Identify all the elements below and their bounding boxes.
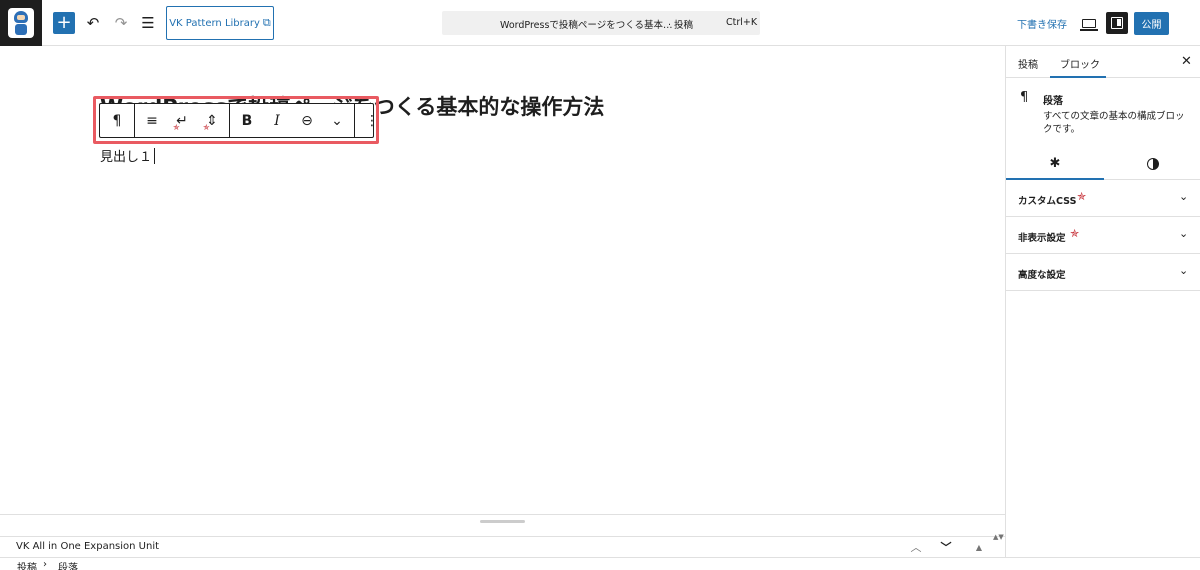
block-options-icon[interactable]: ⋮ [359, 108, 385, 134]
breadcrumb-item-paragraph[interactable]: 段落 [58, 559, 78, 570]
block-description: すべての文章の基本の構成ブロックです。 [1043, 111, 1185, 135]
paragraph-content: 見出し１ [100, 150, 153, 165]
paragraph-block[interactable]: 見出し１ [100, 146, 156, 165]
metabox-divider [0, 514, 1005, 515]
ninja-logo-icon [8, 8, 34, 38]
document-type: · 投稿 [668, 20, 694, 31]
settings-sidebar: 投稿 ブロック ✕ ¶ 段落 すべての文章の基本の構成ブロックです。 ✱ カスタ… [1005, 46, 1200, 557]
external-link-icon: ⧉ [262, 16, 271, 29]
close-icon[interactable]: ✕ [1181, 54, 1192, 69]
panel-hidden-settings[interactable]: 非表示設定 ✯ ⌄ [1006, 217, 1200, 254]
block-toolbar: ¶ ≡ ↵ ✯ ⇕ ✯ B I ⊖ ⌄ ⋮ [99, 103, 379, 138]
document-overview-icon[interactable]: ☰ [139, 12, 157, 34]
spacing-icon[interactable]: ⇕ ✯ [199, 108, 225, 134]
vk-badge-icon: ✯ [1070, 227, 1080, 240]
document-title: WordPressで投稿ページをつくる基本… [500, 20, 673, 31]
more-formats-chevron-icon[interactable]: ⌄ [324, 108, 350, 134]
vk-badge-icon: ✯ [173, 122, 180, 132]
chevron-down-icon: ⌄ [1179, 227, 1189, 240]
metabox-title[interactable]: VK All in One Expansion Unit [16, 541, 159, 552]
panel-custom-css[interactable]: カスタムCSS ✯ ⌄ [1006, 180, 1200, 217]
breadcrumb-separator: › [43, 559, 47, 570]
vk-pattern-library-button[interactable]: VK Pattern Library ⧉ [166, 6, 274, 40]
tab-post[interactable]: 投稿 [1018, 56, 1038, 71]
editor-header: + ↶ ↷ ☰ VK Pattern Library ⧉ WordPressで投… [0, 0, 1200, 46]
vk-badge-icon: ✯ [1077, 190, 1087, 203]
inspector-tabs: ✱ [1006, 148, 1200, 180]
undo-icon[interactable]: ↶ [84, 12, 102, 34]
publish-button[interactable]: 公開 [1134, 12, 1169, 35]
panel-label: カスタムCSS [1018, 196, 1077, 207]
paragraph-icon: ¶ [1020, 90, 1029, 105]
settings-sidebar-toggle[interactable] [1106, 12, 1128, 34]
add-block-button[interactable]: + [53, 12, 75, 34]
breadcrumb-item-post[interactable]: 投稿 [17, 559, 37, 570]
move-down-icon[interactable]: ﹀ [937, 538, 955, 556]
block-name: 段落 [1043, 96, 1063, 107]
styles-contrast-icon [1146, 158, 1159, 170]
block-tools-group: ≡ ↵ ✯ ⇕ ✯ [135, 104, 230, 137]
bold-button[interactable]: B [234, 108, 260, 134]
chevron-down-icon: ⌄ [1179, 190, 1189, 203]
link-icon[interactable]: ⊖ [294, 108, 320, 134]
move-up-icon[interactable]: ︿ [907, 538, 925, 556]
format-group: B I ⊖ ⌄ [230, 104, 355, 137]
line-break-icon[interactable]: ↵ ✯ [169, 108, 195, 134]
site-logo-button[interactable] [0, 0, 42, 46]
text-caret [154, 148, 156, 164]
editor-canvas[interactable]: WordPressで投稿ページをつくる基本的な操作方法 ¶ ≡ ↵ ✯ ⇕ ✯ … [0, 46, 1005, 514]
align-text-icon[interactable]: ≡ [139, 108, 165, 134]
collapse-toggle-icon[interactable]: ▲ [970, 538, 988, 556]
save-draft-button[interactable]: 下書き保存 [1017, 16, 1067, 31]
vk-badge-icon: ✯ [203, 122, 210, 132]
sidebar-tabs: 投稿 ブロック ✕ [1006, 46, 1200, 78]
chevron-down-icon: ⌄ [1179, 264, 1189, 277]
block-breadcrumb [0, 557, 1200, 570]
panel-label: 高度な設定 [1018, 270, 1066, 281]
styles-tab[interactable] [1104, 148, 1200, 180]
redo-icon[interactable]: ↷ [112, 12, 130, 34]
preview-device-icon[interactable] [1080, 14, 1098, 32]
block-type-group: ¶ [100, 104, 135, 137]
panel-label: 非表示設定 [1018, 233, 1066, 244]
paragraph-icon[interactable]: ¶ [104, 108, 130, 134]
italic-button[interactable]: I [264, 108, 290, 134]
metabox-resize-handle[interactable] [480, 520, 525, 523]
command-palette-bar[interactable]: WordPressで投稿ページをつくる基本… · 投稿 Ctrl+K [442, 11, 760, 35]
tab-block[interactable]: ブロック [1060, 56, 1100, 71]
sidebar-panel-icon [1111, 17, 1123, 29]
keyboard-shortcut: Ctrl+K [726, 17, 758, 28]
options-group: ⋮ [355, 104, 389, 137]
vk-pattern-library-label: VK Pattern Library [169, 17, 260, 29]
settings-gear-icon[interactable]: ✱ [1006, 148, 1104, 180]
block-card: ¶ 段落 すべての文章の基本の構成ブロックです。 [1006, 78, 1200, 148]
metabox-scroll-icon[interactable]: ▲▼ [993, 533, 1004, 557]
panel-advanced[interactable]: 高度な設定 ⌄ [1006, 254, 1200, 291]
